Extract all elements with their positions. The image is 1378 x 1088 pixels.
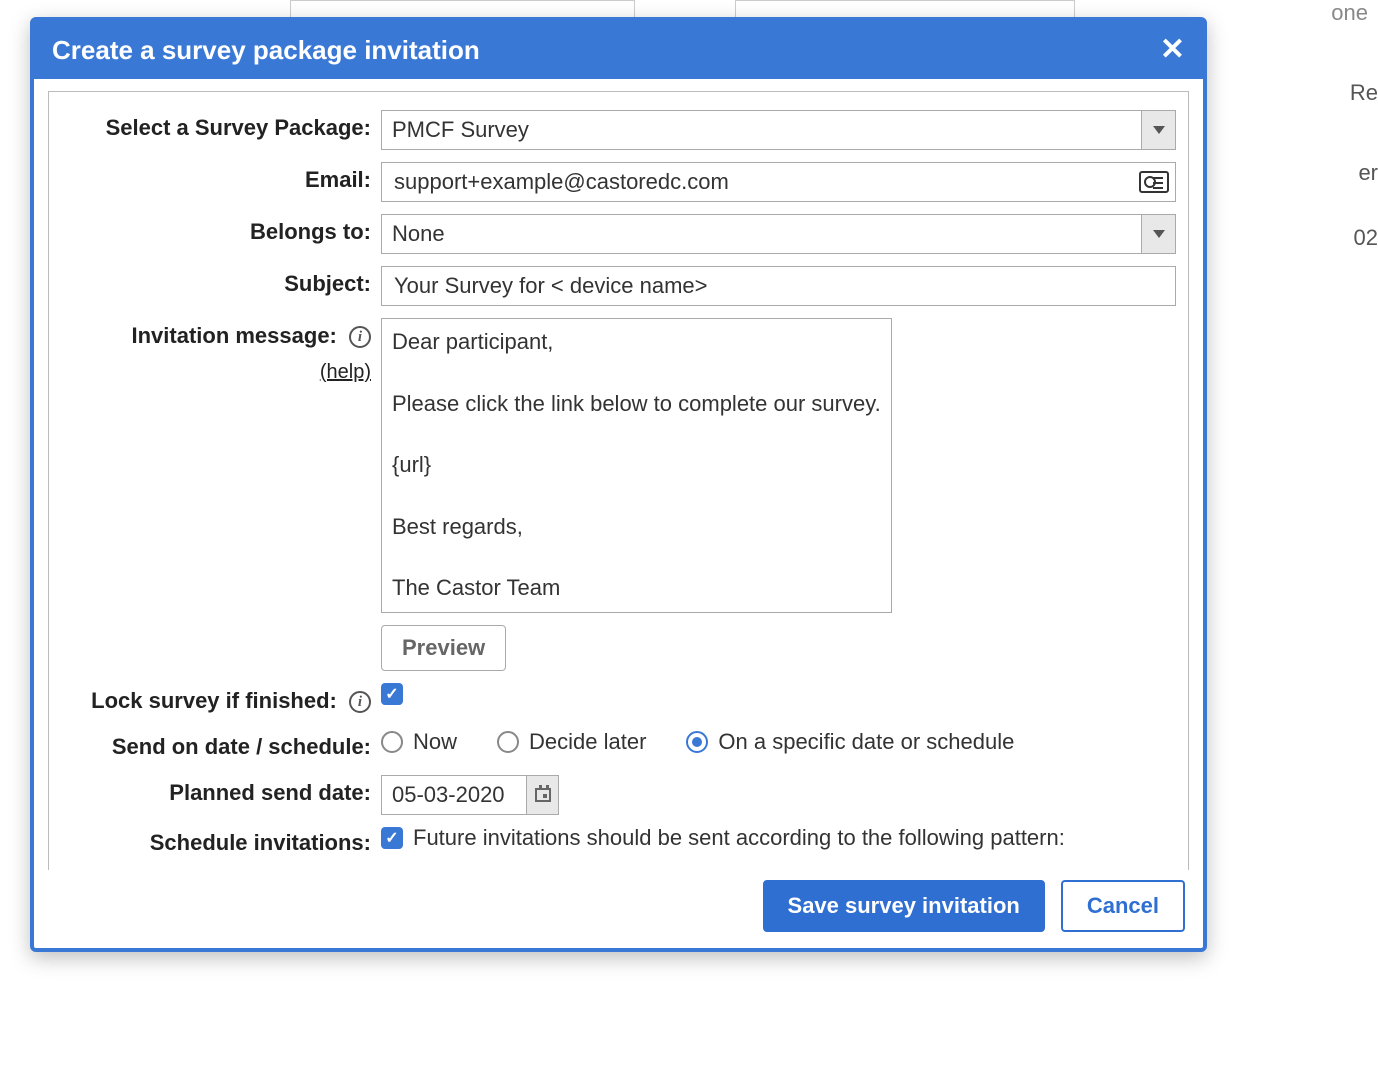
lock-survey-checkbox[interactable] — [381, 683, 403, 705]
survey-package-value: PMCF Survey — [392, 117, 529, 143]
label-belongs-to: Belongs to: — [61, 214, 381, 250]
label-send-on: Send on date / schedule: — [61, 729, 381, 765]
label-lock-text: Lock survey if finished: — [91, 688, 337, 713]
save-survey-invitation-button[interactable]: Save survey invitation — [763, 880, 1045, 932]
radio-specific-label: On a specific date or schedule — [718, 729, 1014, 755]
modal-header: Create a survey package invitation ✕ — [34, 21, 1203, 79]
label-subject: Subject: — [61, 266, 381, 302]
send-on-radio-group: Now Decide later On a specific date or s… — [381, 729, 1014, 755]
preview-button[interactable]: Preview — [381, 625, 506, 671]
info-icon[interactable]: i — [349, 326, 371, 348]
close-icon[interactable]: ✕ — [1160, 35, 1185, 65]
info-icon[interactable]: i — [349, 691, 371, 713]
email-input-wrapper — [381, 162, 1176, 202]
label-survey-package: Select a Survey Package: — [61, 110, 381, 146]
radio-decide-later[interactable] — [497, 731, 519, 753]
schedule-invitations-text: Future invitations should be sent accord… — [413, 825, 1065, 851]
schedule-invitations-checkbox[interactable] — [381, 827, 403, 849]
invitation-message-textarea[interactable]: Dear participant, Please click the link … — [381, 318, 892, 613]
radio-now[interactable] — [381, 731, 403, 753]
bg-text: er — [1358, 160, 1378, 186]
label-schedule-invitations: Schedule invitations: — [61, 825, 381, 861]
radio-now-label: Now — [413, 729, 457, 755]
address-book-icon[interactable] — [1139, 171, 1169, 193]
belongs-to-select[interactable]: None — [381, 214, 1176, 254]
chevron-down-icon[interactable] — [1141, 111, 1175, 149]
planned-date-input[interactable]: 05-03-2020 — [381, 775, 559, 815]
bg-text: 02 — [1354, 225, 1378, 251]
help-link[interactable]: (help) — [61, 354, 371, 390]
bg-text: one — [1331, 0, 1368, 26]
label-invitation-message: Invitation message: i (help) — [61, 318, 381, 390]
email-input[interactable] — [392, 168, 1165, 196]
subject-input[interactable] — [392, 272, 1165, 300]
calendar-icon[interactable] — [526, 776, 558, 814]
modal-body: Select a Survey Package: PMCF Survey Ema… — [34, 79, 1203, 870]
create-survey-invitation-modal: Create a survey package invitation ✕ Sel… — [30, 17, 1207, 952]
label-planned-date: Planned send date: — [61, 775, 381, 811]
survey-package-select[interactable]: PMCF Survey — [381, 110, 1176, 150]
modal-title: Create a survey package invitation — [52, 35, 480, 66]
bg-text: Re — [1350, 80, 1378, 106]
radio-later-label: Decide later — [529, 729, 646, 755]
label-lock-survey: Lock survey if finished: i — [61, 683, 381, 719]
radio-specific-date[interactable] — [686, 731, 708, 753]
modal-footer: Save survey invitation Cancel — [34, 870, 1203, 948]
label-invitation-text: Invitation message: — [131, 323, 336, 348]
chevron-down-icon[interactable] — [1141, 215, 1175, 253]
form-frame: Select a Survey Package: PMCF Survey Ema… — [48, 91, 1189, 870]
label-email: Email: — [61, 162, 381, 198]
planned-date-value: 05-03-2020 — [392, 782, 505, 808]
belongs-to-value: None — [392, 221, 445, 247]
subject-input-wrapper — [381, 266, 1176, 306]
cancel-button[interactable]: Cancel — [1061, 880, 1185, 932]
